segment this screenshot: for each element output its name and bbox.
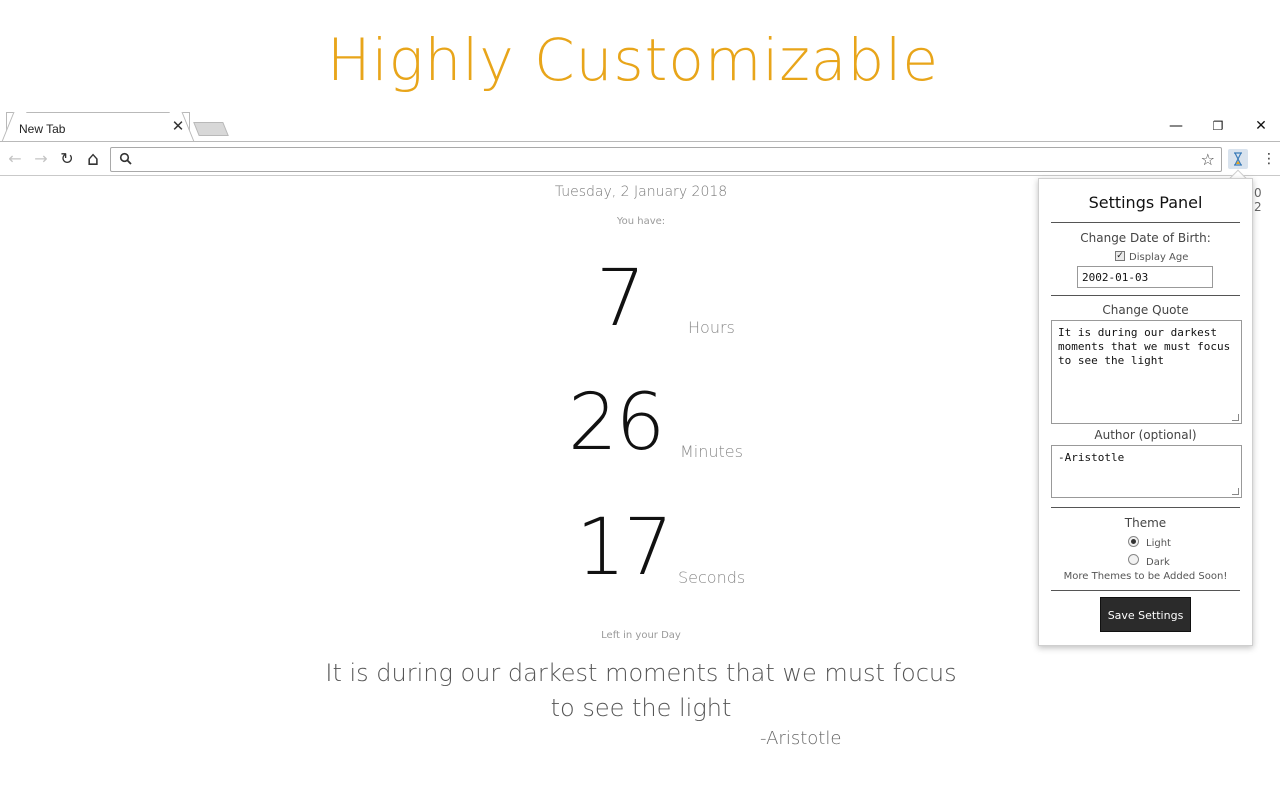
star-icon[interactable]: ☆ bbox=[1201, 150, 1215, 169]
divider bbox=[1051, 590, 1240, 591]
forward-icon[interactable]: → bbox=[31, 149, 51, 169]
minimize-icon[interactable]: — bbox=[1166, 116, 1186, 136]
hours-unit: Hours bbox=[688, 318, 735, 337]
hero-title: Highly Customizable bbox=[326, 26, 940, 94]
divider bbox=[1051, 295, 1240, 296]
panel-title: Settings Panel bbox=[1088, 193, 1203, 212]
divider bbox=[1051, 507, 1240, 508]
reload-icon[interactable]: ↻ bbox=[57, 149, 77, 169]
tab-new-tab[interactable]: New Tab ✕ bbox=[6, 112, 190, 142]
save-settings-button[interactable]: Save Settings bbox=[1100, 597, 1191, 632]
more-themes-note: More Themes to be Added Soon! bbox=[1063, 571, 1228, 582]
extension-icon[interactable] bbox=[1228, 149, 1248, 169]
theme-radio-dark[interactable] bbox=[1128, 554, 1139, 565]
dob-label: Change Date of Birth: bbox=[1080, 231, 1211, 245]
new-tab-button[interactable] bbox=[193, 122, 229, 136]
tab-label: New Tab bbox=[19, 122, 66, 136]
resize-grip-icon[interactable] bbox=[1232, 414, 1239, 421]
hours-value: 7 bbox=[596, 254, 646, 344]
home-icon[interactable]: ⌂ bbox=[83, 149, 103, 169]
display-age-checkbox[interactable]: ✓ bbox=[1115, 251, 1125, 261]
search-icon bbox=[119, 152, 132, 165]
restore-icon[interactable]: ❐ bbox=[1208, 116, 1228, 136]
display-age-label: Display Age bbox=[1129, 252, 1189, 263]
theme-radio-light[interactable] bbox=[1128, 536, 1139, 547]
browser-toolbar: ← → ↻ ⌂ ☆ ⋮ bbox=[0, 141, 1280, 176]
quote-author: -Aristotle bbox=[760, 728, 842, 749]
side-digits: 0 2 bbox=[1254, 186, 1265, 214]
hourglass-icon bbox=[1234, 152, 1242, 166]
back-icon[interactable]: ← bbox=[5, 149, 25, 169]
author-label: Author (optional) bbox=[1094, 428, 1197, 442]
dob-input[interactable] bbox=[1077, 266, 1213, 288]
theme-label: Theme bbox=[1124, 516, 1167, 530]
minutes-value: 26 bbox=[568, 378, 665, 468]
seconds-unit: Seconds bbox=[678, 568, 746, 587]
quote-textarea-value: It is during our darkest moments that we… bbox=[1058, 326, 1231, 367]
author-textarea-value: -Aristotle bbox=[1058, 451, 1125, 464]
divider bbox=[1051, 222, 1240, 223]
tab-close-icon[interactable]: ✕ bbox=[171, 119, 185, 134]
seconds-value: 17 bbox=[576, 503, 673, 593]
quote-text: It is during our darkest moments that we… bbox=[325, 659, 957, 722]
theme-option-dark: Dark bbox=[1146, 557, 1170, 568]
quote-label: Change Quote bbox=[1102, 303, 1189, 317]
settings-panel: Settings Panel Change Date of Birth: ✓ D… bbox=[1038, 178, 1253, 646]
theme-option-light: Light bbox=[1146, 538, 1171, 549]
quote-textarea[interactable]: It is during our darkest moments that we… bbox=[1051, 320, 1242, 424]
author-textarea[interactable]: -Aristotle bbox=[1051, 445, 1242, 498]
address-bar[interactable]: ☆ bbox=[110, 147, 1222, 172]
resize-grip-icon[interactable] bbox=[1232, 488, 1239, 495]
kebab-menu-icon[interactable]: ⋮ bbox=[1262, 149, 1276, 169]
minutes-unit: Minutes bbox=[680, 442, 743, 461]
tab-strip: New Tab ✕ bbox=[0, 110, 1280, 142]
close-window-icon[interactable]: ✕ bbox=[1251, 116, 1271, 136]
